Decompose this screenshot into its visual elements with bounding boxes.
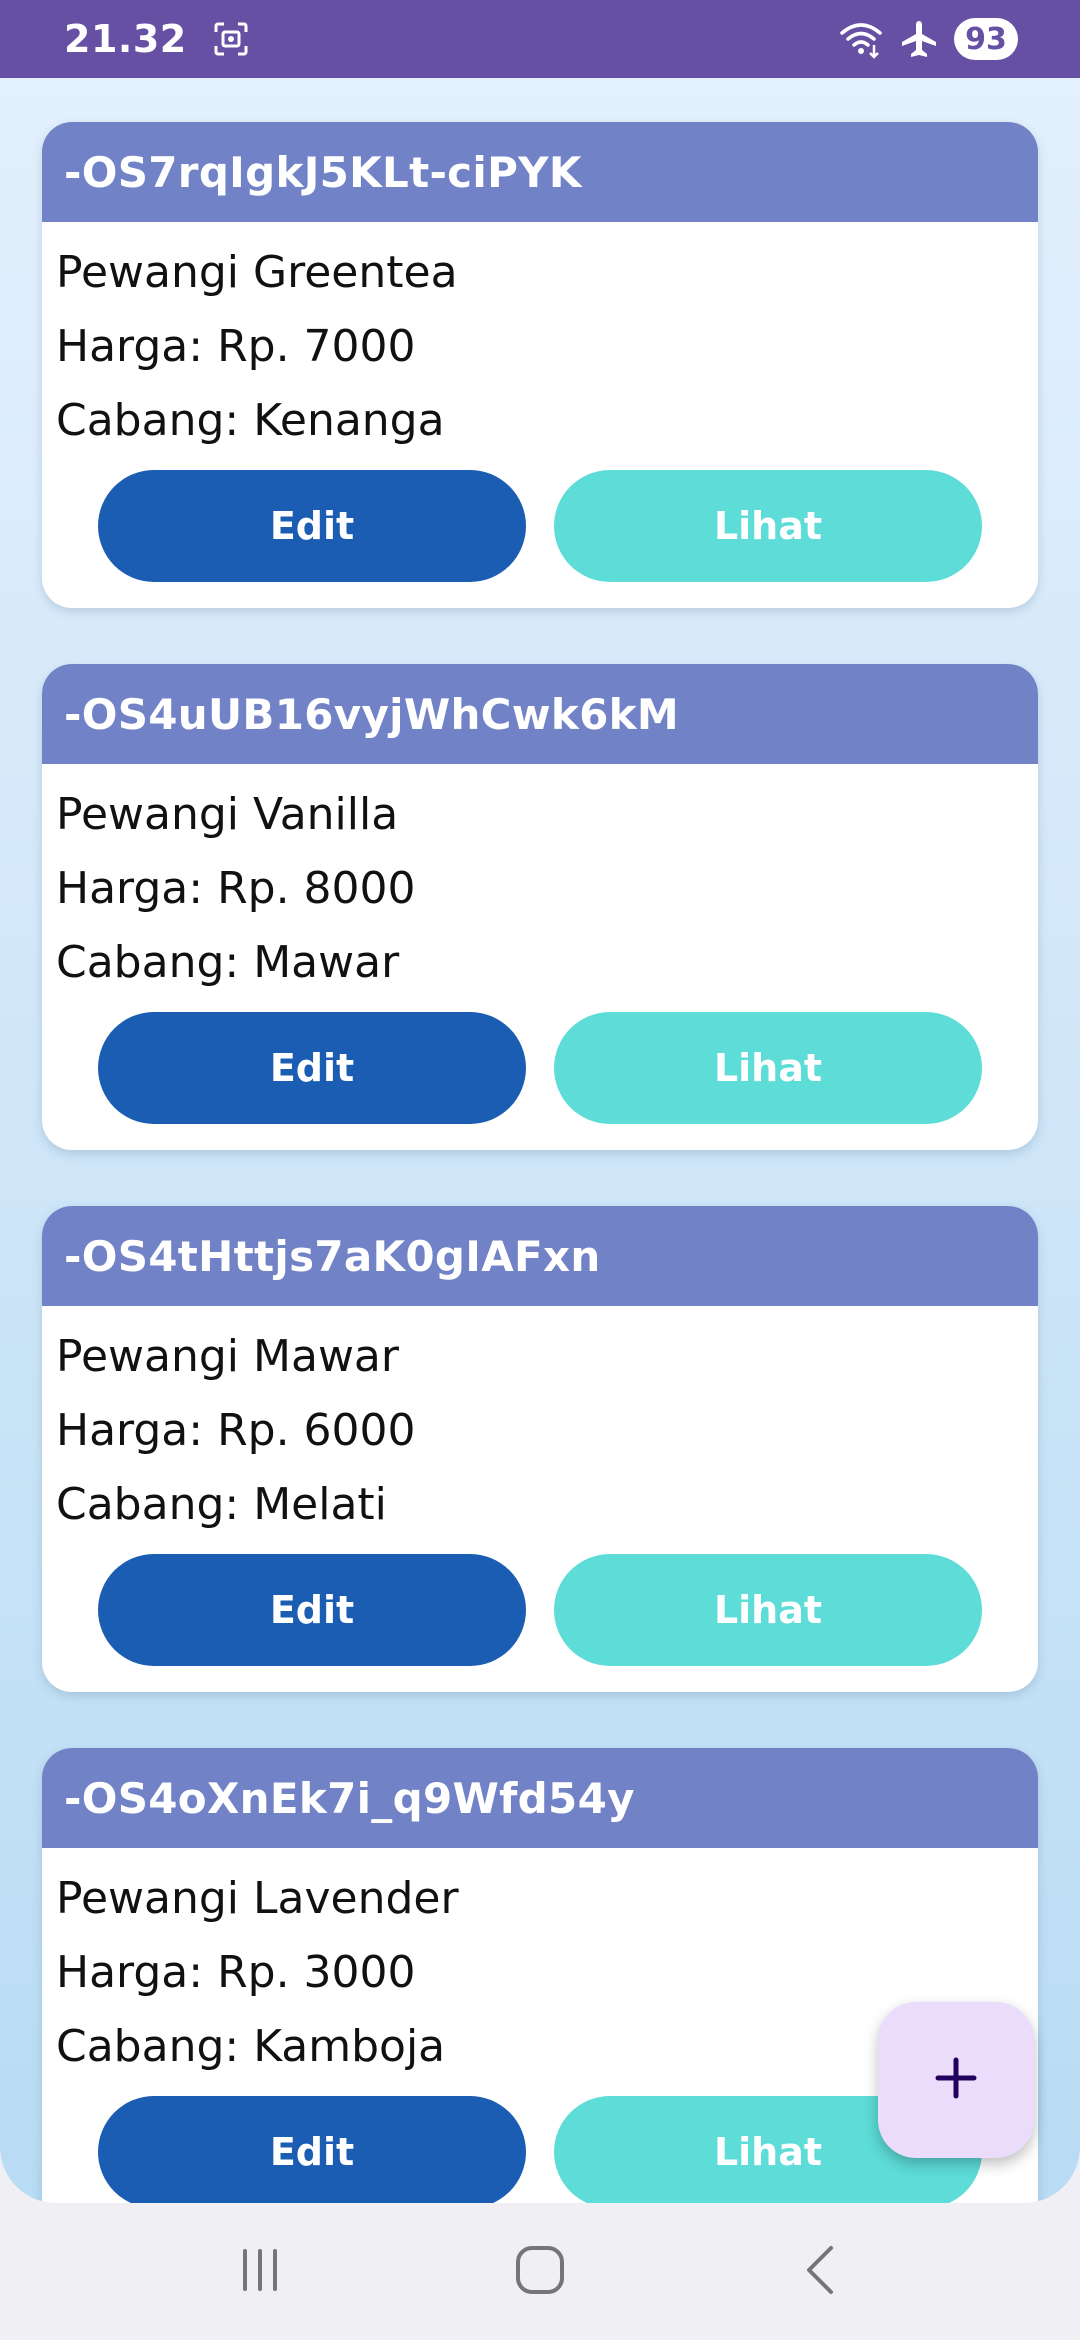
screenshot-icon xyxy=(211,19,251,59)
item-name: Pewangi Greentea xyxy=(56,247,458,298)
status-indicators: 93 xyxy=(838,16,1018,62)
item-id: -OS4tHttjs7aK0gIAFxn xyxy=(42,1206,1038,1306)
item-price: Harga: Rp. 8000 xyxy=(56,863,416,914)
navigation-bar xyxy=(0,2203,1080,2340)
edit-button[interactable]: Edit xyxy=(98,1554,526,1666)
status-time: 21.32 xyxy=(64,17,187,61)
item-card: -OS4uUB16vyjWhCwk6kM Pewangi Vanilla Har… xyxy=(42,664,1038,1150)
edit-button[interactable]: Edit xyxy=(98,2096,526,2203)
add-item-button[interactable] xyxy=(878,2002,1034,2158)
item-branch: Cabang: Melati xyxy=(56,1479,387,1530)
home-button[interactable] xyxy=(485,2222,595,2322)
item-card: -OS7rqIgkJ5KLt-ciPYK Pewangi Greentea Ha… xyxy=(42,122,1038,608)
item-list[interactable]: -OS7rqIgkJ5KLt-ciPYK Pewangi Greentea Ha… xyxy=(0,78,1080,2203)
wifi-icon xyxy=(838,16,884,62)
plus-icon xyxy=(932,2054,980,2106)
item-id: -OS4oXnEk7i_q9Wfd54y xyxy=(42,1748,1038,1848)
item-name: Pewangi Lavender xyxy=(56,1873,459,1924)
status-bar: 21.32 93 xyxy=(0,0,1080,78)
item-branch: Cabang: Mawar xyxy=(56,937,400,988)
item-price: Harga: Rp. 7000 xyxy=(56,321,416,372)
item-id: -OS7rqIgkJ5KLt-ciPYK xyxy=(42,122,1038,222)
view-button[interactable]: Lihat xyxy=(554,470,982,582)
item-branch: Cabang: Kenanga xyxy=(56,395,445,446)
back-button[interactable] xyxy=(765,2222,875,2322)
edit-button[interactable]: Edit xyxy=(98,470,526,582)
item-name: Pewangi Mawar xyxy=(56,1331,399,1382)
item-card: -OS4tHttjs7aK0gIAFxn Pewangi Mawar Harga… xyxy=(42,1206,1038,1692)
back-icon xyxy=(797,2244,843,2300)
item-price: Harga: Rp. 3000 xyxy=(56,1947,416,1998)
view-button[interactable]: Lihat xyxy=(554,1554,982,1666)
item-price: Harga: Rp. 6000 xyxy=(56,1405,416,1456)
item-name: Pewangi Vanilla xyxy=(56,789,399,840)
view-button[interactable]: Lihat xyxy=(554,1012,982,1124)
battery-indicator: 93 xyxy=(954,18,1018,60)
home-icon xyxy=(514,2244,566,2300)
airplane-mode-icon xyxy=(896,16,942,62)
recent-apps-button[interactable] xyxy=(205,2222,315,2322)
edit-button[interactable]: Edit xyxy=(98,1012,526,1124)
recent-apps-icon xyxy=(237,2247,283,2297)
item-id: -OS4uUB16vyjWhCwk6kM xyxy=(42,664,1038,764)
